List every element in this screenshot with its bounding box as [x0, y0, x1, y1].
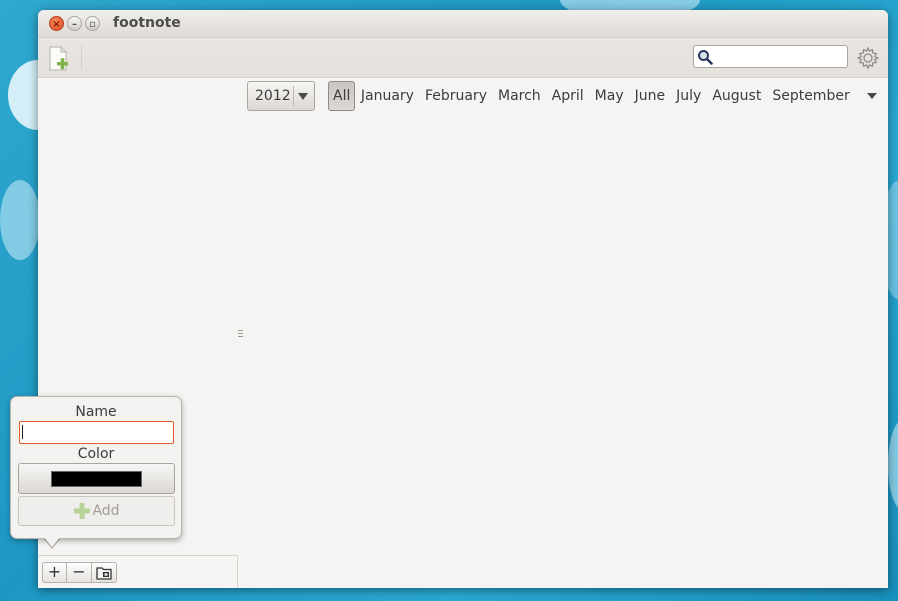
month-tab-may[interactable]: May: [589, 81, 629, 111]
search-input[interactable]: [693, 45, 848, 68]
tag-list-toolbar: + −: [38, 555, 238, 588]
remove-tag-button[interactable]: −: [67, 562, 92, 583]
month-tab-september[interactable]: September: [767, 81, 855, 111]
tag-folder-button[interactable]: [92, 562, 117, 583]
toolbar: [38, 38, 888, 78]
plus-icon: [74, 503, 91, 519]
add-tag-confirm-button[interactable]: Add: [18, 496, 175, 526]
settings-button[interactable]: [856, 46, 880, 70]
folder-icon: [96, 567, 112, 580]
gear-icon: [856, 46, 880, 70]
color-label: Color: [77, 446, 115, 462]
tag-name-field[interactable]: [19, 421, 174, 444]
month-tab-april[interactable]: April: [546, 81, 589, 111]
new-note-icon: [49, 46, 68, 71]
month-filter-bar: All January February March April May Jun…: [328, 81, 855, 111]
maximize-window-button[interactable]: ▫: [85, 16, 100, 31]
color-picker-button[interactable]: [18, 463, 175, 494]
chevron-down-icon: [298, 93, 308, 100]
month-tab-june[interactable]: June: [629, 81, 671, 111]
close-window-button[interactable]: ×: [49, 16, 64, 31]
month-tab-march[interactable]: March: [492, 81, 546, 111]
name-label: Name: [75, 404, 117, 420]
search-icon: [698, 50, 713, 65]
new-note-button[interactable]: [48, 46, 70, 72]
titlebar: × – ▫ footnote: [38, 10, 888, 38]
new-tag-popover: Name Color Add: [10, 396, 182, 539]
month-tab-august[interactable]: August: [707, 81, 767, 111]
desktop-bubble: [0, 180, 40, 260]
month-tab-february[interactable]: February: [419, 81, 492, 111]
combo-divider: [293, 86, 294, 106]
month-tab-january[interactable]: January: [355, 81, 419, 111]
month-tab-all[interactable]: All: [328, 81, 356, 111]
text-caret: [22, 425, 23, 439]
add-label: Add: [92, 503, 120, 519]
window-title: footnote: [113, 15, 181, 31]
minimize-window-button[interactable]: –: [67, 16, 82, 31]
popover-tail-fill: [43, 536, 61, 547]
month-tab-july[interactable]: July: [671, 81, 707, 111]
year-value: 2012: [255, 88, 291, 104]
add-tag-button[interactable]: +: [42, 562, 67, 583]
pane-resize-handle[interactable]: [238, 330, 243, 338]
color-swatch: [51, 471, 142, 487]
year-combobox[interactable]: 2012: [247, 81, 315, 111]
toolbar-separator: [81, 46, 82, 70]
more-months-chevron-icon[interactable]: [867, 93, 877, 99]
desktop-bubble: [888, 420, 898, 510]
